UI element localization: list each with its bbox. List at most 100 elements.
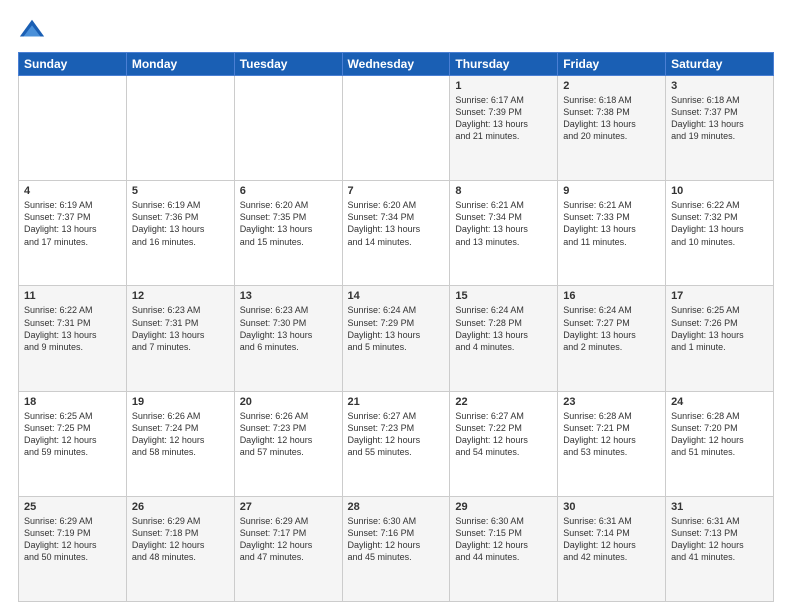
day-number: 3 [671, 80, 768, 92]
day-number: 15 [455, 290, 552, 302]
day-info: Sunrise: 6:24 AM Sunset: 7:28 PM Dayligh… [455, 304, 552, 353]
day-info: Sunrise: 6:27 AM Sunset: 7:23 PM Dayligh… [348, 410, 445, 459]
day-number: 23 [563, 396, 660, 408]
calendar-cell: 3 Sunrise: 6:18 AM Sunset: 7:37 PM Daylig… [666, 76, 774, 181]
day-number: 10 [671, 185, 768, 197]
weekday-header: Monday [126, 53, 234, 76]
day-info: Sunrise: 6:30 AM Sunset: 7:15 PM Dayligh… [455, 515, 552, 564]
calendar-cell: 18 Sunrise: 6:25 AM Sunset: 7:25 PM Dayli… [19, 391, 127, 496]
day-info: Sunrise: 6:28 AM Sunset: 7:20 PM Dayligh… [671, 410, 768, 459]
calendar-cell: 6 Sunrise: 6:20 AM Sunset: 7:35 PM Daylig… [234, 181, 342, 286]
day-info: Sunrise: 6:28 AM Sunset: 7:21 PM Dayligh… [563, 410, 660, 459]
calendar-cell: 1 Sunrise: 6:17 AM Sunset: 7:39 PM Daylig… [450, 76, 558, 181]
calendar-cell: 28 Sunrise: 6:30 AM Sunset: 7:16 PM Dayli… [342, 496, 450, 601]
day-number: 11 [24, 290, 121, 302]
day-info: Sunrise: 6:19 AM Sunset: 7:36 PM Dayligh… [132, 199, 229, 248]
day-number: 9 [563, 185, 660, 197]
day-number: 20 [240, 396, 337, 408]
day-number: 30 [563, 501, 660, 513]
calendar-cell: 2Sunrise: 6:18 AM Sunset: 7:38 PM Daylig… [558, 76, 666, 181]
calendar-cell: 4 Sunrise: 6:19 AM Sunset: 7:37 PM Daylig… [19, 181, 127, 286]
calendar-cell: 15 Sunrise: 6:24 AM Sunset: 7:28 PM Dayli… [450, 286, 558, 391]
day-number: 14 [348, 290, 445, 302]
calendar-cell: 19 Sunrise: 6:26 AM Sunset: 7:24 PM Dayli… [126, 391, 234, 496]
day-info: Sunrise: 6:23 AM Sunset: 7:30 PM Dayligh… [240, 304, 337, 353]
day-info: Sunrise: 6:25 AM Sunset: 7:26 PM Dayligh… [671, 304, 768, 353]
day-info: Sunrise: 6:27 AM Sunset: 7:22 PM Dayligh… [455, 410, 552, 459]
calendar-cell [19, 76, 127, 181]
day-number: 19 [132, 396, 229, 408]
calendar-cell: 7 Sunrise: 6:20 AM Sunset: 7:34 PM Daylig… [342, 181, 450, 286]
day-info: Sunrise: 6:24 AM Sunset: 7:27 PM Dayligh… [563, 304, 660, 353]
day-number: 5 [132, 185, 229, 197]
calendar-week: 18 Sunrise: 6:25 AM Sunset: 7:25 PM Dayli… [19, 391, 774, 496]
day-number: 31 [671, 501, 768, 513]
calendar-cell: 10 Sunrise: 6:22 AM Sunset: 7:32 PM Dayli… [666, 181, 774, 286]
day-number: 21 [348, 396, 445, 408]
calendar-cell [234, 76, 342, 181]
header [18, 16, 774, 44]
day-number: 1 [455, 80, 552, 92]
calendar-cell: 8 Sunrise: 6:21 AM Sunset: 7:34 PM Daylig… [450, 181, 558, 286]
weekday-header: Tuesday [234, 53, 342, 76]
logo [18, 16, 50, 44]
calendar-cell: 13 Sunrise: 6:23 AM Sunset: 7:30 PM Dayli… [234, 286, 342, 391]
day-info: Sunrise: 6:23 AM Sunset: 7:31 PM Dayligh… [132, 304, 229, 353]
day-info: Sunrise: 6:31 AM Sunset: 7:13 PM Dayligh… [671, 515, 768, 564]
calendar-cell: 16Sunrise: 6:24 AM Sunset: 7:27 PM Dayli… [558, 286, 666, 391]
day-number: 7 [348, 185, 445, 197]
day-info: Sunrise: 6:20 AM Sunset: 7:34 PM Dayligh… [348, 199, 445, 248]
calendar-body: 1 Sunrise: 6:17 AM Sunset: 7:39 PM Daylig… [19, 76, 774, 602]
day-info: Sunrise: 6:18 AM Sunset: 7:38 PM Dayligh… [563, 94, 660, 143]
day-number: 13 [240, 290, 337, 302]
day-info: Sunrise: 6:31 AM Sunset: 7:14 PM Dayligh… [563, 515, 660, 564]
day-info: Sunrise: 6:21 AM Sunset: 7:34 PM Dayligh… [455, 199, 552, 248]
day-info: Sunrise: 6:30 AM Sunset: 7:16 PM Dayligh… [348, 515, 445, 564]
weekday-row: SundayMondayTuesdayWednesdayThursdayFrid… [19, 53, 774, 76]
day-info: Sunrise: 6:22 AM Sunset: 7:31 PM Dayligh… [24, 304, 121, 353]
day-info: Sunrise: 6:18 AM Sunset: 7:37 PM Dayligh… [671, 94, 768, 143]
calendar-cell: 29 Sunrise: 6:30 AM Sunset: 7:15 PM Dayli… [450, 496, 558, 601]
calendar-cell: 17 Sunrise: 6:25 AM Sunset: 7:26 PM Dayli… [666, 286, 774, 391]
weekday-header: Thursday [450, 53, 558, 76]
day-number: 28 [348, 501, 445, 513]
calendar-cell: 23 Sunrise: 6:28 AM Sunset: 7:21 PM Dayli… [558, 391, 666, 496]
calendar-cell: 24 Sunrise: 6:28 AM Sunset: 7:20 PM Dayli… [666, 391, 774, 496]
calendar-cell: 11 Sunrise: 6:22 AM Sunset: 7:31 PM Dayli… [19, 286, 127, 391]
day-number: 17 [671, 290, 768, 302]
day-info: Sunrise: 6:19 AM Sunset: 7:37 PM Dayligh… [24, 199, 121, 248]
day-number: 12 [132, 290, 229, 302]
day-info: Sunrise: 6:29 AM Sunset: 7:17 PM Dayligh… [240, 515, 337, 564]
calendar-week: 4 Sunrise: 6:19 AM Sunset: 7:37 PM Daylig… [19, 181, 774, 286]
calendar-cell: 12 Sunrise: 6:23 AM Sunset: 7:31 PM Dayli… [126, 286, 234, 391]
calendar-cell: 31 Sunrise: 6:31 AM Sunset: 7:13 PM Dayli… [666, 496, 774, 601]
calendar-cell: 26Sunrise: 6:29 AM Sunset: 7:18 PM Dayli… [126, 496, 234, 601]
weekday-header: Saturday [666, 53, 774, 76]
day-info: Sunrise: 6:17 AM Sunset: 7:39 PM Dayligh… [455, 94, 552, 143]
calendar-cell: 9 Sunrise: 6:21 AM Sunset: 7:33 PM Daylig… [558, 181, 666, 286]
weekday-header: Sunday [19, 53, 127, 76]
day-number: 8 [455, 185, 552, 197]
weekday-header: Wednesday [342, 53, 450, 76]
calendar-cell: 5 Sunrise: 6:19 AM Sunset: 7:36 PM Daylig… [126, 181, 234, 286]
day-info: Sunrise: 6:22 AM Sunset: 7:32 PM Dayligh… [671, 199, 768, 248]
day-info: Sunrise: 6:24 AM Sunset: 7:29 PM Dayligh… [348, 304, 445, 353]
day-number: 29 [455, 501, 552, 513]
day-info: Sunrise: 6:20 AM Sunset: 7:35 PM Dayligh… [240, 199, 337, 248]
calendar: SundayMondayTuesdayWednesdayThursdayFrid… [18, 52, 774, 602]
calendar-cell: 25Sunrise: 6:29 AM Sunset: 7:19 PM Dayli… [19, 496, 127, 601]
day-number: 4 [24, 185, 121, 197]
day-info: Sunrise: 6:21 AM Sunset: 7:33 PM Dayligh… [563, 199, 660, 248]
calendar-week: 1 Sunrise: 6:17 AM Sunset: 7:39 PM Daylig… [19, 76, 774, 181]
day-number: 6 [240, 185, 337, 197]
day-number: 18 [24, 396, 121, 408]
day-info: Sunrise: 6:26 AM Sunset: 7:23 PM Dayligh… [240, 410, 337, 459]
day-info: Sunrise: 6:25 AM Sunset: 7:25 PM Dayligh… [24, 410, 121, 459]
calendar-cell: 30 Sunrise: 6:31 AM Sunset: 7:14 PM Dayli… [558, 496, 666, 601]
calendar-cell: 27Sunrise: 6:29 AM Sunset: 7:17 PM Dayli… [234, 496, 342, 601]
day-info: Sunrise: 6:26 AM Sunset: 7:24 PM Dayligh… [132, 410, 229, 459]
calendar-cell: 20 Sunrise: 6:26 AM Sunset: 7:23 PM Dayli… [234, 391, 342, 496]
weekday-header: Friday [558, 53, 666, 76]
calendar-cell: 21 Sunrise: 6:27 AM Sunset: 7:23 PM Dayli… [342, 391, 450, 496]
day-number: 24 [671, 396, 768, 408]
